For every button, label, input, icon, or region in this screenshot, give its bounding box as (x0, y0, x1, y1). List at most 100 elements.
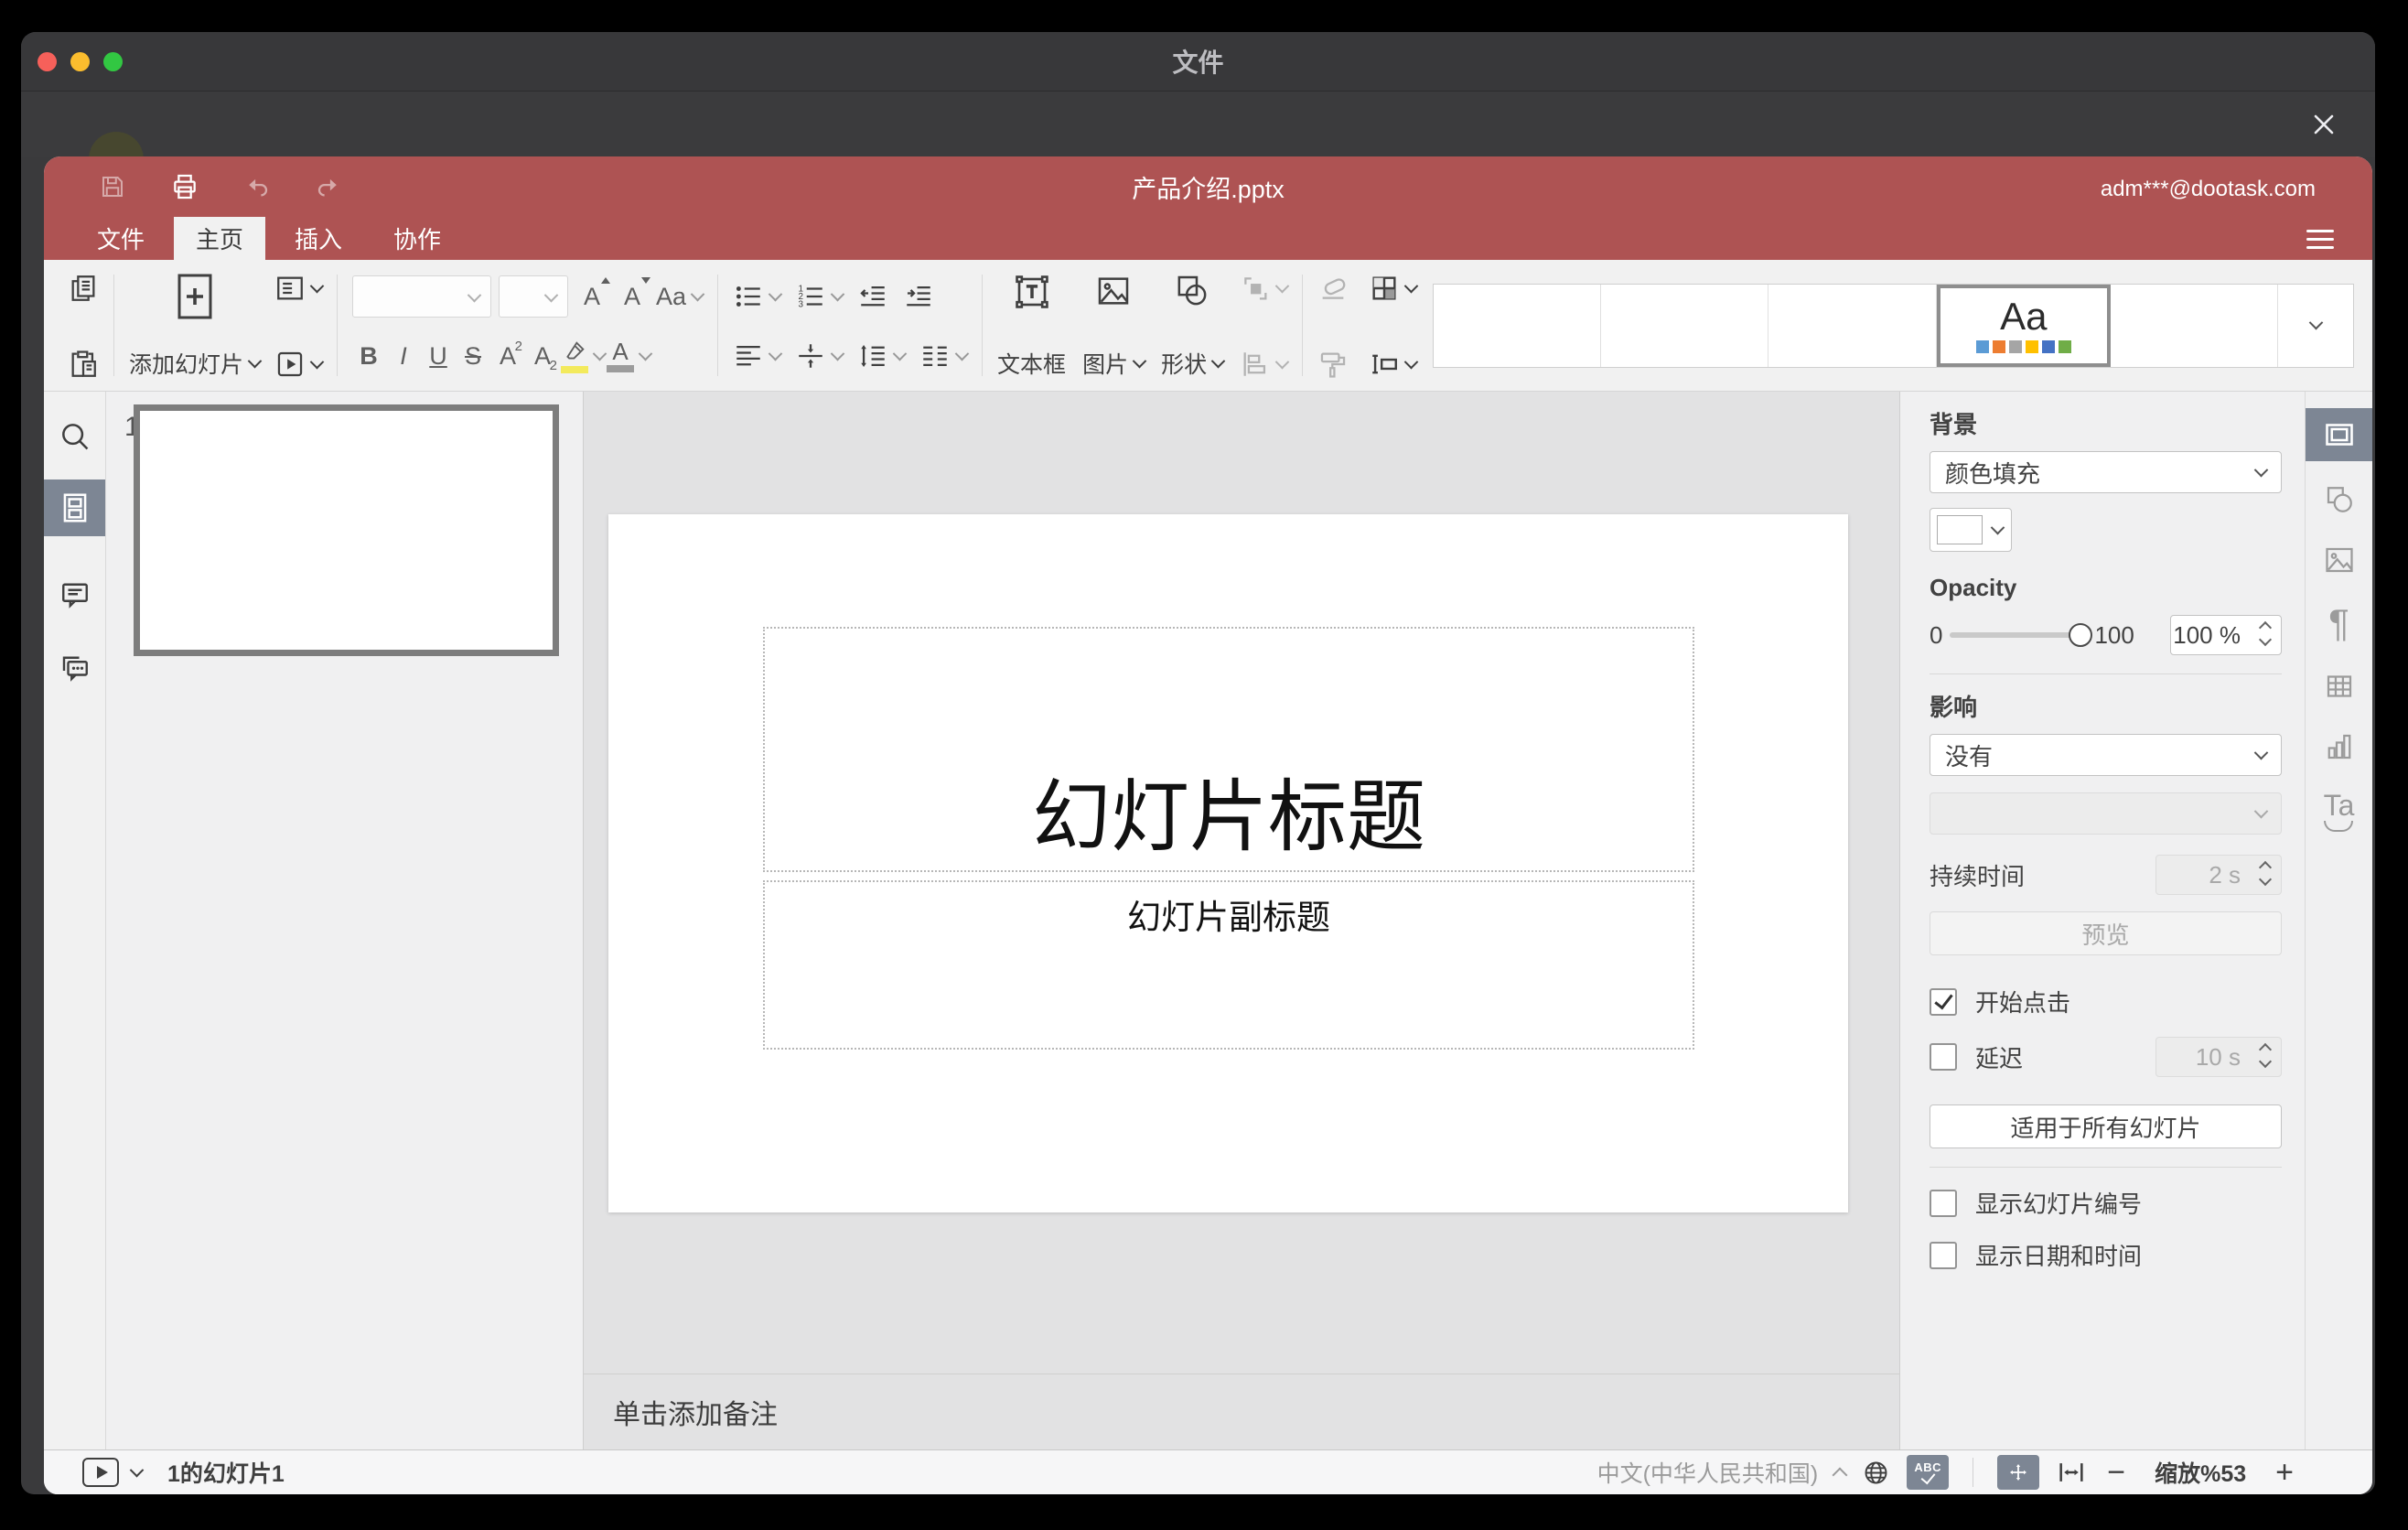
picture-icon[interactable] (1095, 273, 1132, 309)
slides-panel-tab[interactable] (44, 479, 105, 536)
font-name-select[interactable] (352, 275, 492, 318)
shape-button[interactable]: 形状 (1161, 347, 1226, 380)
print-icon[interactable] (170, 172, 199, 201)
zoom-out-button[interactable]: − (2107, 1457, 2125, 1488)
select-tool-icon[interactable] (1317, 273, 1349, 304)
numbered-list-button[interactable]: 123 (795, 281, 845, 312)
notes-area[interactable]: 单击添加备注 (584, 1374, 1899, 1449)
highlight-color-button[interactable] (561, 339, 607, 373)
underline-button[interactable]: U (422, 335, 455, 377)
textart-settings-icon[interactable]: Ta (2324, 791, 2354, 832)
increase-indent-icon[interactable] (903, 281, 934, 312)
tab-home[interactable]: 主页 (174, 217, 266, 260)
start-slideshow-button[interactable] (274, 349, 325, 380)
slide-subtitle-text: 幻灯片副标题 (1127, 899, 1330, 936)
strikeout-button[interactable]: S (457, 335, 489, 377)
theme-thumbnail-selected[interactable]: Aa (1936, 284, 2111, 367)
shape-icon[interactable] (1174, 273, 1210, 309)
bold-button[interactable]: B (352, 335, 385, 377)
show-date-time-checkbox[interactable] (1930, 1241, 1957, 1269)
align-shapes-button[interactable] (1240, 349, 1290, 380)
slide-title-text: 幻灯片标题 (1032, 772, 1425, 861)
table-settings-icon[interactable] (2323, 670, 2356, 703)
line-spacing-button[interactable] (857, 340, 908, 372)
zoom-traffic-light[interactable] (103, 51, 123, 71)
spinner-arrows[interactable] (2258, 620, 2273, 647)
superscript-button[interactable]: A2 (491, 335, 524, 377)
decrease-indent-icon[interactable] (857, 281, 888, 312)
theme-thumbnail[interactable] (1768, 284, 1937, 367)
font-size-select[interactable] (499, 275, 569, 318)
change-case-button[interactable]: Aa (656, 275, 705, 318)
picture-button[interactable]: 图片 (1082, 347, 1147, 380)
fill-type-select[interactable]: 颜色填充 (1930, 451, 2282, 493)
fit-to-width-button[interactable] (2056, 1457, 2087, 1488)
paragraph-settings-icon[interactable]: ¶ (2328, 604, 2349, 642)
apply-to-all-slides-button[interactable]: 适用于所有幻灯片 (1930, 1104, 2282, 1148)
opacity-slider[interactable] (1950, 623, 2093, 647)
comments-icon[interactable] (59, 578, 91, 611)
shape-settings-icon[interactable] (2323, 483, 2356, 516)
language-selector[interactable]: 中文(中华人民共和国) (1597, 1456, 1819, 1489)
add-slide-icon[interactable] (177, 273, 213, 320)
paste-icon[interactable] (68, 349, 99, 380)
bullet-list-button[interactable] (733, 281, 783, 312)
close-icon[interactable] (2300, 101, 2348, 148)
title-placeholder[interactable]: 幻灯片标题 (763, 627, 1694, 872)
columns-button[interactable] (919, 340, 970, 372)
fit-to-slide-button[interactable] (1997, 1455, 2040, 1490)
slide-settings-tab[interactable] (2306, 408, 2372, 461)
delay-checkbox[interactable] (1930, 1043, 1957, 1071)
horizontal-align-button[interactable] (733, 340, 783, 372)
italic-button[interactable]: I (387, 335, 420, 377)
save-icon[interactable] (99, 173, 126, 200)
slide-counter: 1的幻灯片1 (167, 1461, 285, 1487)
copy-icon[interactable] (68, 273, 99, 304)
arrange-shapes-button[interactable] (1240, 273, 1290, 304)
search-icon[interactable] (58, 419, 92, 454)
start-slideshow-statusbar-button[interactable] (82, 1458, 119, 1487)
textbox-icon[interactable] (1013, 273, 1051, 311)
tab-insert[interactable]: 插入 (273, 217, 364, 260)
increase-font-button[interactable]: A (575, 275, 611, 318)
add-slide-button[interactable]: 添加幻灯片 (129, 347, 263, 380)
tab-file[interactable]: 文件 (75, 217, 167, 260)
tab-collaboration[interactable]: 协作 (371, 217, 463, 260)
theme-gallery-expand[interactable] (2277, 284, 2353, 367)
show-slide-number-checkbox[interactable] (1930, 1189, 1957, 1217)
slide[interactable]: 幻灯片标题 幻灯片副标题 (608, 514, 1848, 1212)
slide-canvas[interactable]: 幻灯片标题 幻灯片副标题 单击添加备注 (584, 392, 1899, 1449)
theme-thumbnail[interactable] (2111, 285, 2277, 367)
opacity-input[interactable]: 100 % (2170, 615, 2282, 655)
chart-settings-icon[interactable] (2323, 730, 2356, 763)
menu-icon[interactable] (2306, 230, 2334, 249)
zoom-in-button[interactable]: + (2275, 1457, 2294, 1488)
textbox-button[interactable]: 文本框 (997, 347, 1066, 380)
opacity-slider-thumb[interactable] (2069, 623, 2093, 647)
redo-icon[interactable] (315, 173, 342, 200)
interface-theme-button[interactable] (1369, 273, 1419, 304)
theme-thumbnail[interactable] (1434, 284, 1602, 367)
subtitle-placeholder[interactable]: 幻灯片副标题 (763, 880, 1694, 1050)
slide-size-button[interactable] (1369, 349, 1419, 380)
document-language-icon[interactable] (1862, 1459, 1890, 1487)
theme-thumbnail[interactable] (1601, 284, 1769, 367)
fill-color-picker[interactable] (1930, 508, 2012, 552)
minimize-traffic-light[interactable] (70, 51, 90, 71)
image-settings-icon[interactable] (2323, 544, 2356, 576)
delay-label: 延迟 (1975, 1044, 2024, 1072)
spellcheck-button[interactable]: ABC (1907, 1455, 1950, 1490)
copy-style-icon[interactable] (1317, 349, 1349, 380)
vertical-align-button[interactable] (795, 340, 845, 372)
chat-icon[interactable] (59, 652, 91, 684)
slideshow-options-chevron[interactable] (129, 1462, 145, 1477)
start-on-click-checkbox[interactable] (1930, 987, 1957, 1016)
close-traffic-light[interactable] (38, 51, 57, 71)
slide-layout-button[interactable] (274, 273, 325, 304)
subscript-button[interactable]: A2 (526, 335, 559, 377)
undo-icon[interactable] (243, 173, 271, 200)
slide-thumbnail-1[interactable] (134, 404, 559, 656)
decrease-font-button[interactable]: A (616, 275, 651, 318)
font-color-button[interactable]: A (607, 339, 653, 372)
effect-select[interactable]: 没有 (1930, 734, 2282, 776)
